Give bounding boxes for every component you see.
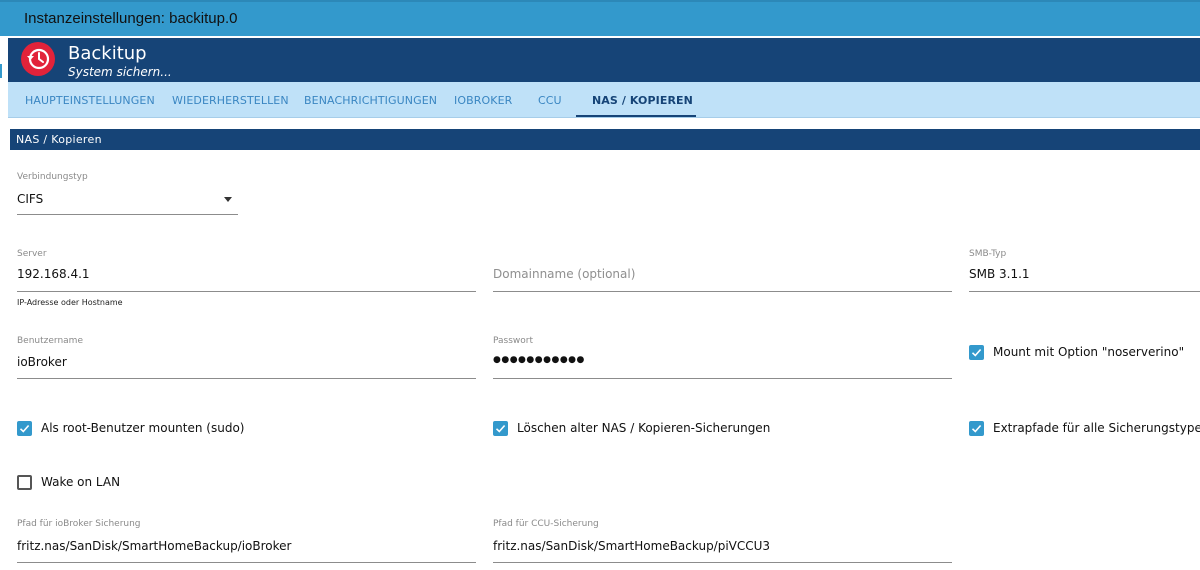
extra-paths-label: Extrapfade für alle Sicherungstypen: [993, 421, 1200, 435]
wake-on-lan-label: Wake on LAN: [41, 475, 121, 489]
smb-type-underline: [969, 291, 1200, 292]
server-underline: [17, 291, 476, 292]
iobroker-path-field[interactable]: Pfad für ioBroker Sicherung fritz.nas/Sa…: [17, 519, 476, 565]
chevron-down-icon: [224, 197, 232, 202]
extra-paths-checkbox[interactable]: Extrapfade für alle Sicherungstypen: [969, 421, 1200, 437]
ccu-path-label: Pfad für CCU-Sicherung: [493, 519, 599, 529]
connection-type-underline: [17, 214, 238, 215]
connection-type-label: Verbindungstyp: [17, 172, 88, 182]
connection-type-select[interactable]: Verbindungstyp CIFS: [17, 172, 238, 216]
noserverino-checkbox[interactable]: Mount mit Option "noserverino": [969, 345, 1197, 361]
username-field[interactable]: Benutzername ioBroker: [17, 336, 476, 380]
password-underline: [493, 378, 952, 379]
domain-underline: [493, 291, 952, 292]
noserverino-label: Mount mit Option "noserverino": [993, 345, 1185, 359]
username-underline: [17, 378, 476, 379]
checkbox-unchecked-icon: [17, 475, 32, 490]
password-value: ●●●●●●●●●●●: [493, 355, 585, 365]
server-label: Server: [17, 249, 47, 259]
ccu-path-value: fritz.nas/SanDisk/SmartHomeBackup/piVCCU…: [493, 539, 771, 553]
checkbox-checked-icon: [17, 421, 32, 436]
app-header: Backitup System sichern...: [8, 38, 1200, 82]
checkbox-checked-icon: [969, 421, 984, 436]
domain-field[interactable]: Domainname (optional): [493, 249, 952, 293]
tab-benachrichtigungen[interactable]: BENACHRICHTIGUNGEN: [304, 94, 437, 107]
section-header: NAS / Kopieren: [10, 129, 1200, 150]
smb-type-select[interactable]: SMB-Typ SMB 3.1.1: [969, 249, 1200, 293]
delete-old-backups-checkbox[interactable]: Löschen alter NAS / Kopieren-Sicherungen: [493, 421, 793, 437]
window-titlebar: Instanzeinstellungen: backitup.0: [0, 0, 1200, 36]
password-field[interactable]: Passwort ●●●●●●●●●●●: [493, 336, 952, 380]
sudo-label: Als root-Benutzer mounten (sudo): [41, 421, 245, 435]
active-tab-indicator: [576, 115, 696, 117]
history-clock-icon: [21, 42, 55, 76]
domain-placeholder: Domainname (optional): [493, 267, 636, 281]
wake-on-lan-checkbox[interactable]: Wake on LAN: [17, 475, 157, 491]
window-title: Instanzeinstellungen: backitup.0: [24, 10, 238, 27]
app-name: Backitup: [68, 43, 147, 64]
tab-ccu[interactable]: CCU: [538, 94, 562, 107]
left-edge-marker: [0, 64, 2, 78]
checkbox-checked-icon: [969, 345, 984, 360]
ccu-path-underline: [493, 562, 952, 563]
tab-iobroker[interactable]: IOBROKER: [454, 94, 512, 107]
app-subtitle: System sichern...: [68, 65, 172, 79]
iobroker-path-underline: [17, 562, 476, 563]
smb-type-label: SMB-Typ: [969, 249, 1007, 259]
server-value: 192.168.4.1: [17, 267, 90, 281]
sudo-checkbox[interactable]: Als root-Benutzer mounten (sudo): [17, 421, 257, 437]
server-helper-text: IP-Adresse oder Hostname: [17, 298, 123, 307]
username-label: Benutzername: [17, 336, 83, 346]
tab-nas-kopieren[interactable]: NAS / KOPIEREN: [592, 94, 693, 107]
section-title: NAS / Kopieren: [16, 133, 102, 146]
server-field[interactable]: Server 192.168.4.1 IP-Adresse oder Hostn…: [17, 249, 476, 311]
iobroker-path-value: fritz.nas/SanDisk/SmartHomeBackup/ioBrok…: [17, 539, 292, 553]
ccu-path-field[interactable]: Pfad für CCU-Sicherung fritz.nas/SanDisk…: [493, 519, 952, 565]
connection-type-value: CIFS: [17, 192, 44, 206]
username-value: ioBroker: [17, 355, 67, 369]
password-label: Passwort: [493, 336, 534, 346]
smb-type-value: SMB 3.1.1: [969, 267, 1030, 281]
checkbox-checked-icon: [493, 421, 508, 436]
tab-haupteinstellungen[interactable]: HAUPTEINSTELLUNGEN: [25, 94, 155, 107]
iobroker-path-label: Pfad für ioBroker Sicherung: [17, 519, 141, 529]
delete-old-backups-label: Löschen alter NAS / Kopieren-Sicherungen: [517, 421, 771, 435]
tab-wiederherstellen[interactable]: WIEDERHERSTELLEN: [172, 94, 289, 107]
tab-bar: HAUPTEINSTELLUNGEN WIEDERHERSTELLEN BENA…: [8, 82, 1200, 118]
